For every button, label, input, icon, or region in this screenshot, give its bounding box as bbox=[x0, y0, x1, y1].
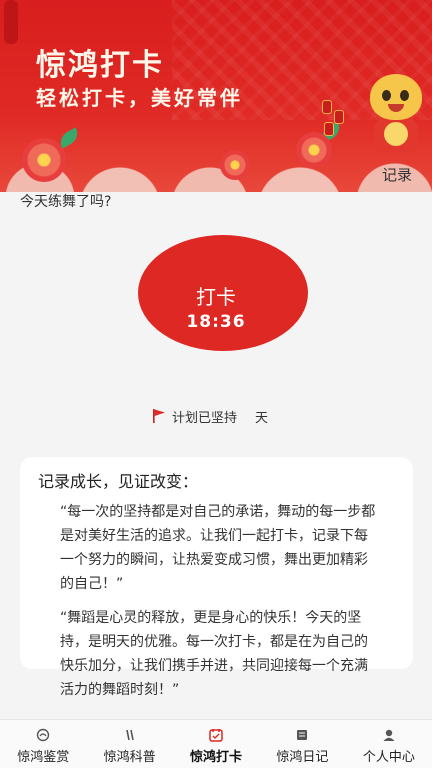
nav-item-appreciate[interactable]: 惊鸿鉴赏 bbox=[0, 720, 86, 768]
nav-item-checkin[interactable]: 惊鸿打卡 bbox=[173, 720, 259, 768]
appreciate-icon bbox=[37, 728, 50, 742]
header-banner: 惊鸿打卡 轻松打卡，美好常伴 bbox=[0, 0, 432, 192]
flower-decoration bbox=[220, 150, 250, 180]
daily-question: 今天练舞了吗? bbox=[20, 194, 112, 210]
calendar-check-icon bbox=[209, 729, 223, 742]
firecracker-decoration bbox=[320, 100, 348, 140]
science-icon bbox=[125, 729, 134, 741]
punch-label: 打卡 bbox=[196, 285, 236, 309]
nav-label: 惊鸿日记 bbox=[276, 750, 329, 765]
plan-status: 计划已坚持 天 bbox=[152, 406, 268, 426]
nav-item-diary[interactable]: 惊鸿日记 bbox=[259, 720, 345, 768]
punch-time: 18:36 bbox=[186, 312, 246, 332]
dragon-mascot-icon bbox=[364, 74, 426, 154]
quote-text: “舞蹈是心灵的释放，更是身心的快乐！今天的坚持，是明天的优雅。每一次打卡，都是在… bbox=[60, 610, 368, 698]
banner-subtitle: 轻松打卡，美好常伴 bbox=[36, 86, 243, 110]
user-icon bbox=[383, 729, 395, 741]
quote-text: “每一次的坚持都是对自己的承诺，舞动的每一步都是对美好生活的追求。让我们一起打卡… bbox=[60, 504, 376, 592]
nav-item-science[interactable]: 惊鸿科普 bbox=[86, 720, 172, 768]
card-heading: 记录成长，见证改变： bbox=[38, 472, 199, 491]
nav-label: 惊鸿打卡 bbox=[190, 750, 243, 765]
nav-label: 个人中心 bbox=[362, 750, 415, 765]
nav-item-profile[interactable]: 个人中心 bbox=[346, 720, 432, 768]
flower-decoration bbox=[22, 138, 66, 182]
diary-icon bbox=[297, 730, 308, 740]
nav-label: 惊鸿科普 bbox=[103, 750, 156, 765]
plan-days-unit: 天 bbox=[255, 410, 269, 426]
banner-title: 惊鸿打卡 bbox=[36, 48, 164, 83]
bottom-nav: 惊鸿鉴赏 惊鸿科普 惊鸿打卡 惊鸿日记 个人中心 bbox=[0, 719, 432, 768]
lantern-decoration bbox=[4, 0, 18, 44]
plan-text: 计划已坚持 bbox=[172, 410, 238, 426]
record-link[interactable]: 记录 bbox=[382, 164, 412, 185]
flag-icon bbox=[153, 409, 165, 423]
nav-label: 惊鸿鉴赏 bbox=[17, 750, 70, 765]
